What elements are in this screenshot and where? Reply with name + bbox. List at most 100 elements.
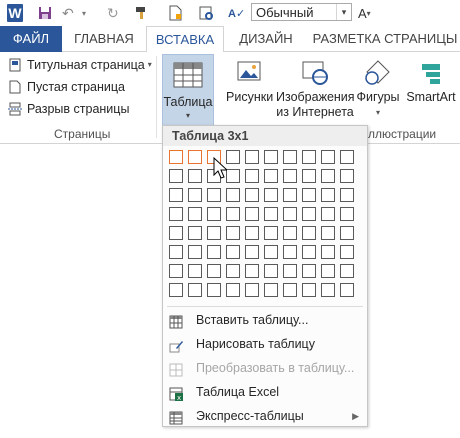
- grid-cell[interactable]: [245, 207, 259, 221]
- smartart-button[interactable]: SmartArt: [404, 54, 458, 105]
- grid-cell[interactable]: [302, 188, 316, 202]
- grid-cell[interactable]: [283, 226, 297, 240]
- grid-cell[interactable]: [264, 226, 278, 240]
- page-break-button[interactable]: Разрыв страницы: [8, 99, 129, 119]
- redo-icon[interactable]: ↻: [107, 4, 119, 22]
- grid-cell[interactable]: [226, 245, 240, 259]
- word-logo[interactable]: W: [7, 4, 23, 22]
- grid-cell[interactable]: [283, 207, 297, 221]
- grid-cell[interactable]: [302, 245, 316, 259]
- grid-cell[interactable]: [207, 283, 221, 297]
- chevron-down-icon[interactable]: ▾: [336, 4, 351, 20]
- grid-cell[interactable]: [321, 188, 335, 202]
- grid-cell[interactable]: [188, 264, 202, 278]
- grid-cell[interactable]: [226, 283, 240, 297]
- grid-cell[interactable]: [226, 188, 240, 202]
- quick-tables-item[interactable]: Экспресс-таблицы ▶: [163, 404, 367, 428]
- grid-cell[interactable]: [188, 207, 202, 221]
- grid-cell[interactable]: [207, 207, 221, 221]
- grid-cell[interactable]: [207, 245, 221, 259]
- grid-cell[interactable]: [245, 188, 259, 202]
- grid-cell[interactable]: [226, 150, 240, 164]
- grid-cell[interactable]: [340, 207, 354, 221]
- grid-cell[interactable]: [302, 226, 316, 240]
- grid-cell[interactable]: [226, 264, 240, 278]
- tab-design[interactable]: ДИЗАЙН: [226, 26, 306, 52]
- cover-page-button[interactable]: Титульная страница ▾: [8, 55, 152, 75]
- table-size-grid[interactable]: [169, 150, 361, 302]
- grid-cell[interactable]: [264, 207, 278, 221]
- grid-cell[interactable]: [207, 226, 221, 240]
- grid-cell[interactable]: [245, 169, 259, 183]
- grid-cell[interactable]: [264, 245, 278, 259]
- grid-cell[interactable]: [283, 188, 297, 202]
- shapes-button[interactable]: Фигуры ▾: [355, 54, 401, 120]
- grid-cell[interactable]: [169, 264, 183, 278]
- grid-cell[interactable]: [188, 245, 202, 259]
- undo-dropdown-icon[interactable]: ▾: [82, 4, 86, 22]
- format-painter-icon[interactable]: [134, 4, 150, 22]
- convert-to-table-item[interactable]: Преобразовать в таблицу...: [163, 356, 367, 380]
- grid-cell[interactable]: [321, 283, 335, 297]
- undo-icon[interactable]: ↶: [62, 4, 74, 22]
- grid-cell[interactable]: [245, 226, 259, 240]
- grid-cell[interactable]: [321, 245, 335, 259]
- grid-cell[interactable]: [302, 207, 316, 221]
- grid-cell[interactable]: [264, 150, 278, 164]
- save-icon[interactable]: [38, 4, 52, 22]
- grid-cell[interactable]: [283, 150, 297, 164]
- grid-cell[interactable]: [321, 264, 335, 278]
- grid-cell[interactable]: [264, 169, 278, 183]
- grid-cell[interactable]: [283, 283, 297, 297]
- draw-table-item[interactable]: Нарисовать таблицу: [163, 332, 367, 356]
- grid-cell[interactable]: [321, 169, 335, 183]
- grid-cell[interactable]: [340, 169, 354, 183]
- grid-cell[interactable]: [245, 264, 259, 278]
- grid-cell[interactable]: [188, 226, 202, 240]
- style-selector[interactable]: Обычный ▾: [251, 3, 352, 21]
- grid-cell[interactable]: [283, 169, 297, 183]
- grid-cell[interactable]: [283, 264, 297, 278]
- grid-cell[interactable]: [245, 150, 259, 164]
- grid-cell[interactable]: [340, 283, 354, 297]
- grid-cell[interactable]: [321, 226, 335, 240]
- grid-cell[interactable]: [340, 226, 354, 240]
- grid-cell[interactable]: [188, 283, 202, 297]
- grid-cell[interactable]: [188, 169, 202, 183]
- grid-cell[interactable]: [226, 226, 240, 240]
- grid-cell[interactable]: [340, 264, 354, 278]
- grid-cell[interactable]: [169, 207, 183, 221]
- grid-cell[interactable]: [264, 283, 278, 297]
- tab-file[interactable]: ФАЙЛ: [0, 26, 62, 52]
- grid-cell[interactable]: [207, 264, 221, 278]
- grid-cell[interactable]: [169, 283, 183, 297]
- grid-cell[interactable]: [302, 169, 316, 183]
- pictures-button[interactable]: Рисунки: [226, 54, 273, 105]
- tab-home[interactable]: ГЛАВНАЯ: [64, 26, 144, 52]
- grid-cell[interactable]: [188, 150, 202, 164]
- grid-cell[interactable]: [226, 169, 240, 183]
- grid-cell[interactable]: [169, 188, 183, 202]
- grid-cell[interactable]: [169, 226, 183, 240]
- blank-page-button[interactable]: Пустая страница: [8, 77, 125, 97]
- grid-cell[interactable]: [340, 188, 354, 202]
- open-icon[interactable]: [198, 4, 214, 22]
- grid-cell[interactable]: [264, 264, 278, 278]
- grid-cell[interactable]: [188, 188, 202, 202]
- excel-table-item[interactable]: x Таблица Excel: [163, 380, 367, 404]
- grid-cell[interactable]: [245, 283, 259, 297]
- grid-cell[interactable]: [283, 245, 297, 259]
- online-pictures-button[interactable]: Изображения из Интернета: [276, 54, 355, 120]
- insert-table-item[interactable]: Вставить таблицу...: [163, 308, 367, 332]
- grid-cell[interactable]: [264, 188, 278, 202]
- grid-cell[interactable]: [340, 245, 354, 259]
- grid-cell[interactable]: [340, 150, 354, 164]
- new-document-icon[interactable]: [168, 4, 182, 22]
- grid-cell[interactable]: [302, 264, 316, 278]
- grid-cell[interactable]: [169, 245, 183, 259]
- grid-cell[interactable]: [321, 150, 335, 164]
- spelling-icon[interactable]: A✓: [228, 4, 245, 22]
- tab-insert[interactable]: ВСТАВКА: [146, 26, 224, 53]
- grid-cell[interactable]: [207, 188, 221, 202]
- grid-cell[interactable]: [169, 150, 183, 164]
